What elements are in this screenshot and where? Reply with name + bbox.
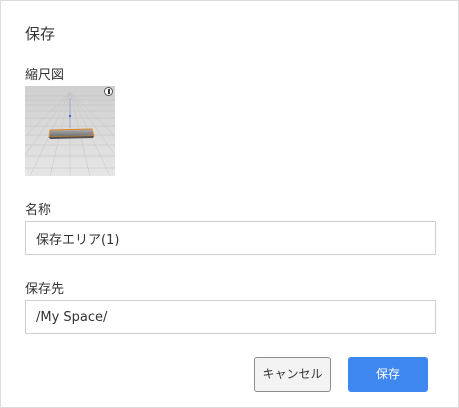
cancel-button[interactable]: キャンセル xyxy=(254,357,331,392)
thumbnail-preview xyxy=(25,86,115,176)
name-input[interactable] xyxy=(25,221,436,255)
destination-label: 保存先 xyxy=(25,282,65,297)
thumbnail-scene xyxy=(25,86,115,176)
save-button[interactable]: 保存 xyxy=(348,357,428,392)
destination-input[interactable] xyxy=(25,300,436,334)
name-label: 名称 xyxy=(25,203,52,218)
save-dialog: 保存 縮尺図 名称 保存エリア(1) 保存先 /My Space/ キャンセル … xyxy=(0,0,459,408)
thumbnail-label: 縮尺図 xyxy=(25,68,65,83)
compass-icon[interactable] xyxy=(104,87,113,96)
dialog-title: 保存 xyxy=(25,25,56,43)
